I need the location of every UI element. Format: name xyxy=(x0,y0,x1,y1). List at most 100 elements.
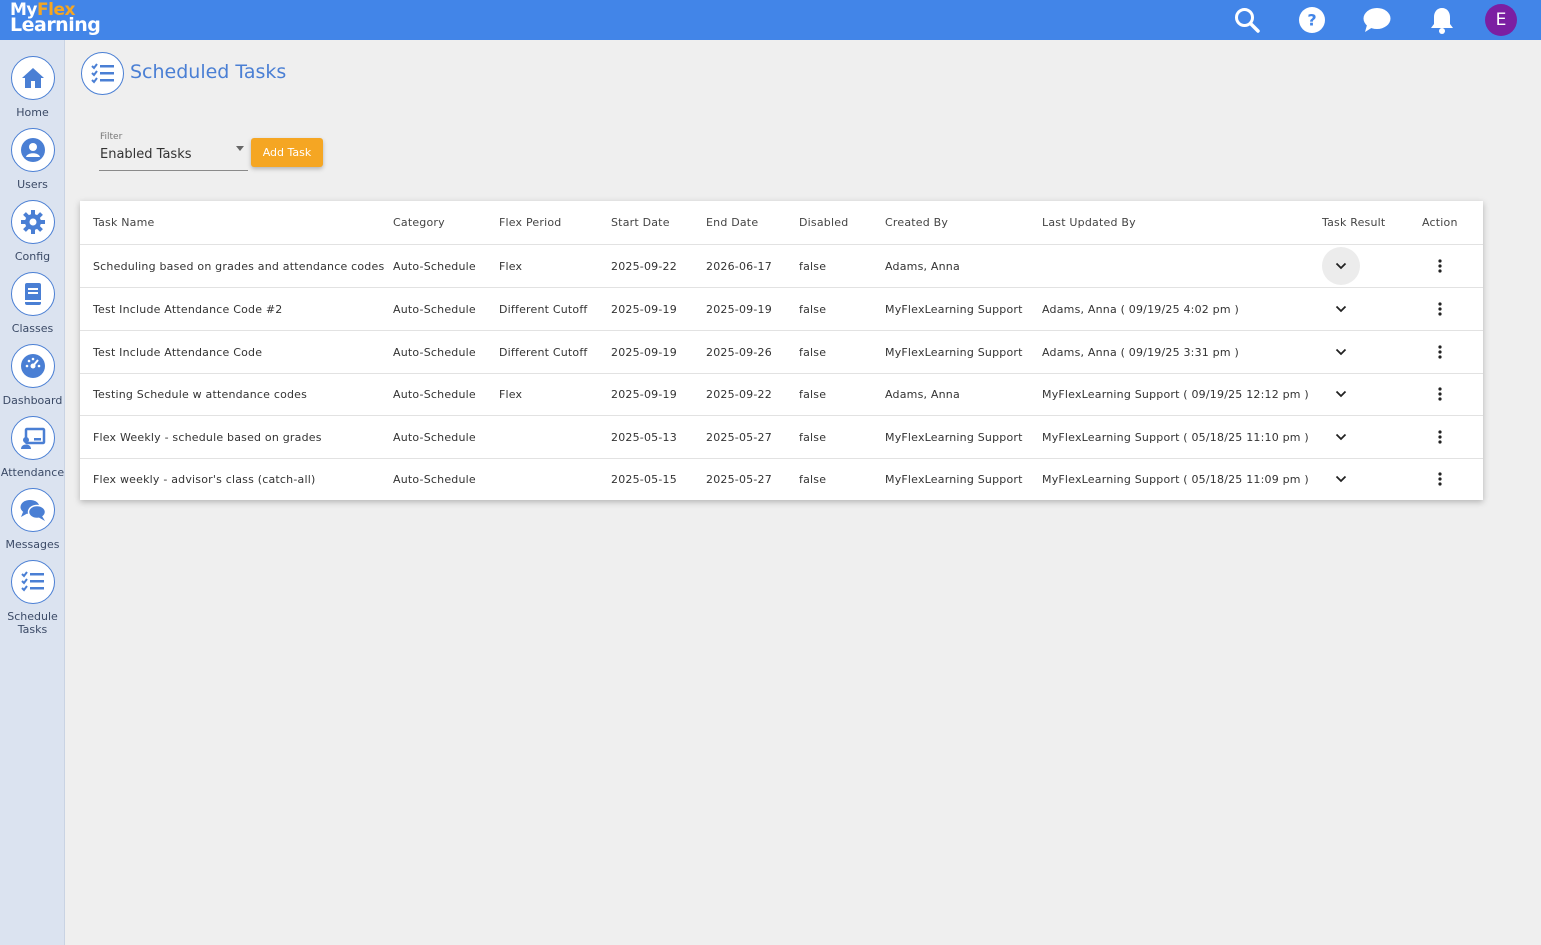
cell-disabled: false xyxy=(799,345,827,359)
cell-end-date: 2025-09-22 xyxy=(706,387,772,401)
cell-disabled: false xyxy=(799,302,827,316)
book-icon xyxy=(10,272,55,316)
checklist-icon xyxy=(10,560,55,604)
more-vert-icon[interactable] xyxy=(1430,297,1450,321)
sidebar-item-label: Dashboard xyxy=(2,394,63,407)
sidebar-item-home[interactable]: Home xyxy=(0,56,65,119)
cell-end-date: 2025-05-27 xyxy=(706,430,772,444)
table-row[interactable]: Testing Schedule w attendance codes Auto… xyxy=(80,373,1483,416)
cell-task-name: Flex Weekly - schedule based on grades xyxy=(93,430,322,444)
table-row[interactable]: Test Include Attendance Code Auto-Schedu… xyxy=(80,331,1483,374)
column-header-disabled[interactable]: Disabled xyxy=(799,201,848,244)
column-header-task-result: Task Result xyxy=(1322,216,1386,229)
sidebar-item-label: Classes xyxy=(11,322,54,335)
user-icon xyxy=(10,128,55,172)
cell-created-by: Adams, Anna xyxy=(885,387,960,401)
sidebar-item-attendance[interactable]: Attendance xyxy=(0,416,65,479)
sidebar-item-classes[interactable]: Classes xyxy=(0,272,65,335)
table-row[interactable]: Test Include Attendance Code #2 Auto-Sch… xyxy=(80,288,1483,331)
cell-category: Auto-Schedule xyxy=(393,302,476,316)
sidebar-item-config[interactable]: Config xyxy=(0,200,65,263)
messages-icon xyxy=(10,488,55,532)
svg-text:?: ? xyxy=(1307,11,1316,30)
chevron-down-icon[interactable] xyxy=(1322,290,1360,328)
more-vert-icon[interactable] xyxy=(1430,254,1450,278)
cell-task-name: Testing Schedule w attendance codes xyxy=(93,387,308,401)
sidebar-item-messages[interactable]: Messages xyxy=(0,488,65,551)
cell-task-name: Test Include Attendance Code #2 xyxy=(93,302,283,316)
table-row[interactable]: Flex Weekly - schedule based on grades A… xyxy=(80,416,1483,459)
column-header-action: Action xyxy=(1422,216,1458,229)
cell-task-name: Scheduling based on grades and attendanc… xyxy=(93,259,385,273)
cell-flex-period: Different Cutoff xyxy=(499,345,588,359)
cell-start-date: 2025-09-22 xyxy=(611,259,677,273)
cell-disabled: false xyxy=(799,430,827,444)
page-title: Scheduled Tasks xyxy=(130,61,287,83)
chevron-down-icon[interactable] xyxy=(1322,375,1360,413)
cell-disabled: false xyxy=(799,387,827,401)
top-bar: MyFlex Learning ? E xyxy=(0,0,1541,40)
sidebar-item-schedule-tasks[interactable]: Schedule Tasks xyxy=(0,560,65,636)
sidebar: Home Users Config Classes Dashboard Atte… xyxy=(0,40,65,945)
more-vert-icon[interactable] xyxy=(1430,425,1450,449)
more-vert-icon[interactable] xyxy=(1430,340,1450,364)
cell-last-updated-by: Adams, Anna ( 09/19/25 4:02 pm ) xyxy=(1042,302,1239,316)
sidebar-item-label: Users xyxy=(17,178,48,191)
cell-start-date: 2025-09-19 xyxy=(611,302,677,316)
table-header-row: Task Name Category Flex Period Start Dat… xyxy=(80,201,1483,245)
table-row[interactable]: Scheduling based on grades and attendanc… xyxy=(80,245,1483,288)
avatar[interactable]: E xyxy=(1485,4,1517,36)
column-header-task-name[interactable]: Task Name xyxy=(93,201,155,244)
cell-end-date: 2025-09-19 xyxy=(706,302,772,316)
sidebar-item-label: Config xyxy=(14,250,51,263)
filter-label: Filter xyxy=(100,132,123,142)
column-header-flex-period[interactable]: Flex Period xyxy=(499,201,561,244)
chevron-down-icon[interactable] xyxy=(1322,460,1360,498)
column-header-start-date[interactable]: Start Date xyxy=(611,201,670,244)
more-vert-icon[interactable] xyxy=(1430,382,1450,406)
chevron-down-icon[interactable] xyxy=(1322,418,1360,456)
sidebar-item-label: Schedule Tasks xyxy=(7,610,58,636)
cell-created-by: MyFlexLearning Support xyxy=(885,473,1023,486)
cell-flex-period: Flex xyxy=(499,387,523,401)
column-header-end-date[interactable]: End Date xyxy=(706,201,758,244)
cell-flex-period: Different Cutoff xyxy=(499,302,588,316)
cell-start-date: 2025-09-19 xyxy=(611,345,677,359)
sidebar-item-users[interactable]: Users xyxy=(0,128,65,191)
cell-created-by: MyFlexLearning Support xyxy=(885,345,1023,359)
more-vert-icon[interactable] xyxy=(1430,467,1450,491)
cell-category: Auto-Schedule xyxy=(393,473,476,486)
add-task-button[interactable]: Add Task xyxy=(251,138,323,167)
bell-icon[interactable] xyxy=(1427,5,1457,35)
cell-last-updated-by: MyFlexLearning Support ( 09/19/25 12:12 … xyxy=(1042,387,1309,401)
chevron-down-icon[interactable] xyxy=(1322,247,1360,285)
chevron-down-icon[interactable] xyxy=(1322,333,1360,371)
tasks-table: Task Name Category Flex Period Start Dat… xyxy=(80,201,1483,500)
sidebar-item-dashboard[interactable]: Dashboard xyxy=(0,344,65,407)
filter-value: Enabled Tasks xyxy=(100,147,192,162)
sidebar-item-label: Messages xyxy=(5,538,60,551)
column-header-created-by[interactable]: Created By xyxy=(885,201,948,244)
column-header-category[interactable]: Category xyxy=(393,201,445,244)
search-icon[interactable] xyxy=(1232,5,1262,35)
cell-end-date: 2026-06-17 xyxy=(706,259,772,273)
sidebar-item-label: Home xyxy=(16,106,49,119)
cell-disabled: false xyxy=(799,259,827,273)
app-logo[interactable]: MyFlex Learning xyxy=(10,2,101,38)
filter-select[interactable]: Filter Enabled Tasks xyxy=(99,131,248,171)
cell-disabled: false xyxy=(799,473,827,486)
logo-text-learning: Learning xyxy=(10,14,101,36)
cell-start-date: 2025-09-19 xyxy=(611,387,677,401)
cell-last-updated-by: MyFlexLearning Support ( 05/18/25 11:09 … xyxy=(1042,473,1309,486)
cell-start-date: 2025-05-15 xyxy=(611,473,677,486)
cell-start-date: 2025-05-13 xyxy=(611,430,677,444)
chat-icon[interactable] xyxy=(1362,5,1392,35)
checklist-icon xyxy=(81,52,124,95)
cell-category: Auto-Schedule xyxy=(393,430,476,444)
gauge-icon xyxy=(10,344,55,388)
column-header-last-updated-by[interactable]: Last Updated By xyxy=(1042,201,1136,244)
help-icon[interactable]: ? xyxy=(1297,5,1327,35)
cell-flex-period: Flex xyxy=(499,259,523,273)
cell-end-date: 2025-05-27 xyxy=(706,473,772,486)
table-row[interactable]: Flex weekly - advisor's class (catch-all… xyxy=(80,458,1483,501)
